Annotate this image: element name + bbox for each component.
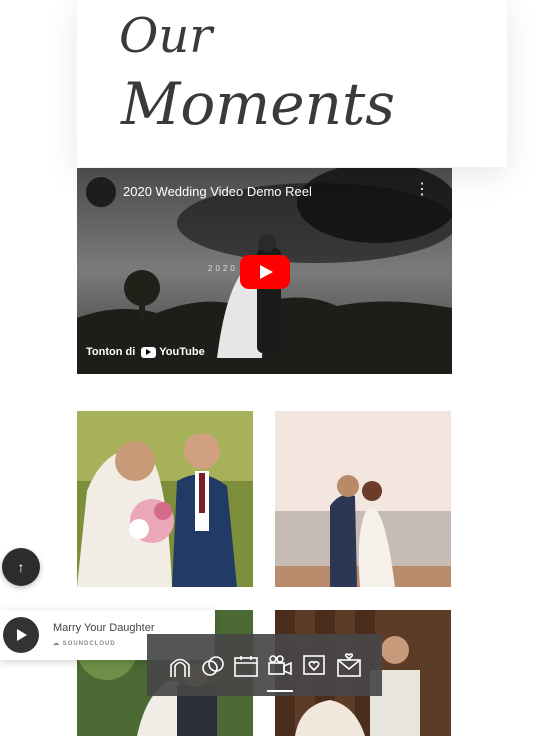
- photo-couple-city[interactable]: [275, 411, 451, 587]
- nav-arch-icon[interactable]: [167, 653, 193, 679]
- back-to-top-button[interactable]: ↑: [2, 548, 40, 586]
- source-label: ☁ SOUNDCLOUD: [53, 641, 116, 647]
- title-card: Our Moments: [77, 0, 507, 167]
- watch-label: Tonton di: [86, 346, 136, 358]
- nav-video-camera-icon[interactable]: [267, 653, 293, 679]
- page-title-line2: Moments: [120, 70, 395, 138]
- video-title[interactable]: 2020 Wedding Video Demo Reel: [123, 184, 312, 199]
- youtube-logo: YouTube: [141, 346, 205, 358]
- nav-love-letter-icon[interactable]: [336, 653, 362, 679]
- arrow-up-icon: ↑: [17, 559, 25, 575]
- page-title-line1: Our: [119, 8, 215, 64]
- nav-active-indicator: [267, 690, 293, 692]
- nav-calendar-icon[interactable]: [233, 653, 259, 679]
- channel-logo-icon[interactable]: [85, 176, 117, 208]
- track-title: Marry Your Daughter: [53, 622, 155, 634]
- photo-couple-bouquet[interactable]: [77, 411, 253, 587]
- video-embed[interactable]: 2020 Wedding Video Demo Reel ⋮ 2020 REEL…: [77, 168, 452, 374]
- nav-rings-icon[interactable]: [200, 653, 226, 679]
- youtube-label: YouTube: [159, 346, 205, 358]
- play-button[interactable]: [240, 255, 290, 289]
- source-name: SOUNDCLOUD: [62, 641, 116, 647]
- more-options-icon[interactable]: ⋮: [414, 182, 430, 198]
- youtube-icon: [141, 346, 157, 358]
- nav-photo-heart-icon[interactable]: [302, 653, 328, 679]
- bottom-nav: [147, 634, 382, 696]
- play-music-button[interactable]: [3, 617, 39, 653]
- page-title: Our Moments: [119, 8, 395, 138]
- watch-on-youtube[interactable]: Tonton di YouTube: [86, 346, 205, 358]
